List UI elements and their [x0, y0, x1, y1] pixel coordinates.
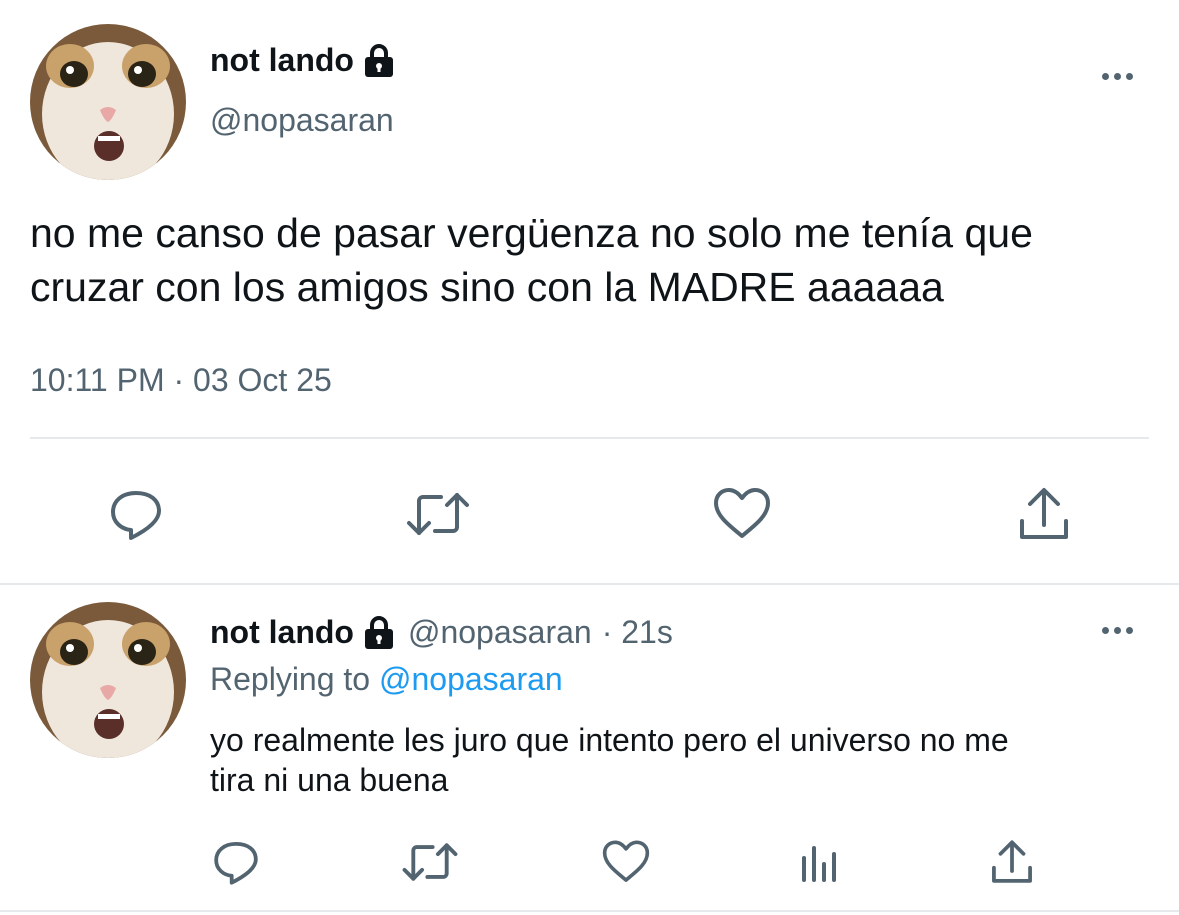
tweet-text: no me canso de pasar vergüenza no solo m… — [30, 210, 1033, 310]
reply-author-name[interactable]: not lando — [210, 612, 354, 652]
like-button[interactable] — [596, 832, 656, 892]
divider — [30, 437, 1149, 439]
divider — [0, 910, 1179, 912]
like-button[interactable] — [706, 482, 778, 546]
tweet-timestamp[interactable]: 10:11 PM · 03 Oct 25 — [30, 360, 332, 400]
like-icon — [714, 488, 770, 538]
reply-author-avatar[interactable] — [30, 602, 186, 758]
retweet-icon — [407, 493, 469, 535]
divider — [0, 583, 1179, 585]
author-handle[interactable]: @nopasaran — [210, 100, 394, 140]
reply-text: yo realmente les juro que intento pero e… — [210, 722, 1009, 798]
reply-header: not lando @nopasaran · 21s — [210, 612, 673, 652]
reply-icon — [111, 491, 161, 540]
retweet-button[interactable] — [398, 832, 462, 892]
reply-button[interactable] — [100, 482, 172, 546]
replying-to-handle[interactable]: @nopasaran — [379, 661, 563, 697]
more-icon[interactable] — [1092, 66, 1142, 86]
analytics-icon — [802, 846, 836, 882]
reply-button[interactable] — [206, 832, 266, 892]
reply-time[interactable]: · 21s — [602, 612, 673, 652]
share-icon — [992, 840, 1032, 883]
share-button[interactable] — [982, 832, 1042, 892]
replying-to: Replying to @nopasaran — [210, 661, 563, 697]
share-button[interactable] — [1008, 482, 1080, 546]
analytics-button[interactable] — [790, 832, 850, 892]
author-avatar[interactable] — [30, 24, 186, 180]
reply-icon — [214, 842, 258, 885]
share-icon — [1020, 488, 1068, 539]
retweet-button[interactable] — [402, 482, 474, 546]
retweet-icon — [402, 843, 458, 881]
author-name[interactable]: not lando — [210, 40, 396, 80]
lock-icon — [364, 616, 393, 649]
like-icon — [602, 840, 650, 882]
more-icon[interactable] — [1092, 620, 1142, 640]
lock-icon — [364, 44, 393, 77]
reply-author-handle[interactable]: @nopasaran — [408, 612, 592, 652]
